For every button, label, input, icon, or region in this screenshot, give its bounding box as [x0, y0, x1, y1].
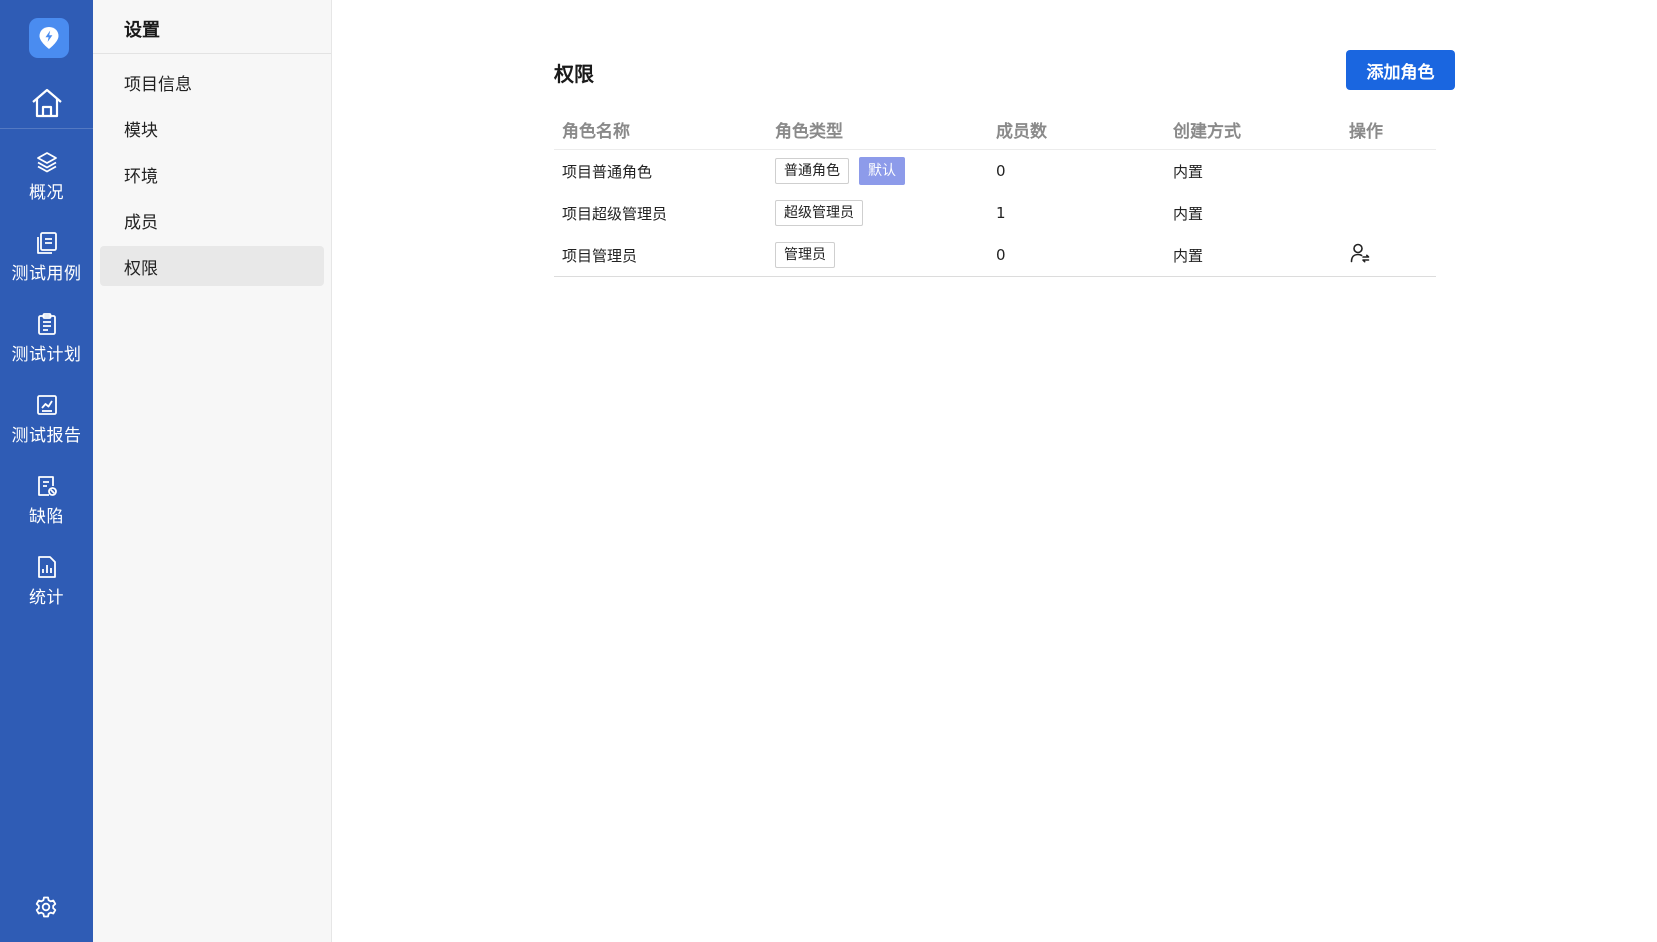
- menu-item-project-info[interactable]: 项目信息: [100, 62, 324, 102]
- role-type-cell: 普通角色 默认: [775, 157, 996, 185]
- default-badge: 默认: [859, 157, 905, 185]
- table-header: 角色名称 角色类型 成员数 创建方式 操作: [554, 110, 1436, 150]
- home-icon: [31, 88, 62, 118]
- role-name: 项目普通角色: [562, 162, 653, 181]
- nav-overview[interactable]: 概况: [0, 146, 93, 227]
- nav-test-plans-label: 测试计划: [11, 345, 82, 365]
- layers-icon: [36, 152, 57, 173]
- app-root: 概况 测试用例 测试计划 测试报告 缺陷 统计 设置 项目信息 模块 环境 成员…: [0, 0, 1657, 942]
- nav-test-cases[interactable]: 测试用例: [0, 227, 93, 308]
- user-switch-icon[interactable]: [1349, 242, 1371, 264]
- nav-test-plans[interactable]: 测试计划: [0, 308, 93, 389]
- header-member-count: 成员数: [996, 122, 1047, 142]
- header-role-type: 角色类型: [775, 122, 843, 142]
- table-row: 项目超级管理员 超级管理员 1 内置: [554, 192, 1436, 234]
- main-content: 权限 添加角色 角色名称 角色类型 成员数 创建方式 操作 项目普通角色 普通角…: [332, 0, 1657, 942]
- nav-defects[interactable]: 缺陷: [0, 470, 93, 551]
- header-role-name: 角色名称: [562, 122, 630, 142]
- settings-button[interactable]: [32, 893, 60, 921]
- role-type-tag: 管理员: [775, 242, 835, 268]
- rail-items: 概况 测试用例 测试计划 测试报告 缺陷 统计: [0, 146, 93, 632]
- menu-item-modules[interactable]: 模块: [100, 108, 324, 148]
- nav-test-reports-label: 测试报告: [11, 426, 82, 446]
- settings-menu-list: 项目信息 模块 环境 成员 权限: [93, 54, 331, 286]
- settings-menu: 设置 项目信息 模块 环境 成员 权限: [93, 0, 332, 942]
- bug-document-icon: [37, 476, 57, 496]
- nav-defects-label: 缺陷: [29, 507, 64, 527]
- member-count: 0: [996, 162, 1006, 180]
- nav-test-cases-label: 测试用例: [11, 264, 82, 284]
- bar-chart-document-icon: [37, 556, 56, 578]
- document-stack-icon: [36, 232, 57, 254]
- member-count: 1: [996, 204, 1006, 222]
- member-count: 0: [996, 246, 1006, 264]
- role-type-tag: 普通角色: [775, 158, 849, 184]
- role-type-cell: 超级管理员: [775, 200, 996, 226]
- page-title: 权限: [554, 62, 594, 86]
- header-actions: 操作: [1349, 122, 1383, 142]
- header-creation-method: 创建方式: [1173, 122, 1241, 142]
- creation-method: 内置: [1173, 246, 1204, 265]
- nav-statistics-label: 统计: [29, 588, 64, 608]
- creation-method: 内置: [1173, 204, 1204, 223]
- roles-table: 角色名称 角色类型 成员数 创建方式 操作 项目普通角色 普通角色 默认 0 内…: [554, 110, 1436, 277]
- role-name: 项目管理员: [562, 246, 638, 265]
- gear-icon: [35, 896, 57, 918]
- primary-nav: 概况 测试用例 测试计划 测试报告 缺陷 统计: [0, 0, 93, 942]
- nav-overview-label: 概况: [29, 183, 64, 203]
- creation-method: 内置: [1173, 162, 1204, 181]
- rail-divider: [0, 128, 93, 129]
- role-name: 项目超级管理员: [562, 204, 668, 223]
- table-row: 项目管理员 管理员 0 内置: [554, 234, 1436, 276]
- menu-item-permissions[interactable]: 权限: [100, 246, 324, 286]
- add-role-button[interactable]: 添加角色: [1346, 50, 1455, 90]
- menu-item-members[interactable]: 成员: [100, 200, 324, 240]
- table-row: 项目普通角色 普通角色 默认 0 内置: [554, 150, 1436, 192]
- clipboard-list-icon: [37, 313, 56, 335]
- nav-test-reports[interactable]: 测试报告: [0, 389, 93, 470]
- app-logo[interactable]: [29, 18, 69, 58]
- home-button[interactable]: [0, 78, 93, 128]
- role-type-cell: 管理员: [775, 242, 996, 268]
- actions-cell: [1349, 242, 1436, 268]
- role-type-tag: 超级管理员: [775, 200, 863, 226]
- bolt-location-icon: [39, 27, 59, 49]
- nav-statistics[interactable]: 统计: [0, 551, 93, 632]
- settings-menu-title: 设置: [93, 0, 331, 54]
- menu-item-environments[interactable]: 环境: [100, 154, 324, 194]
- chart-report-icon: [36, 395, 57, 415]
